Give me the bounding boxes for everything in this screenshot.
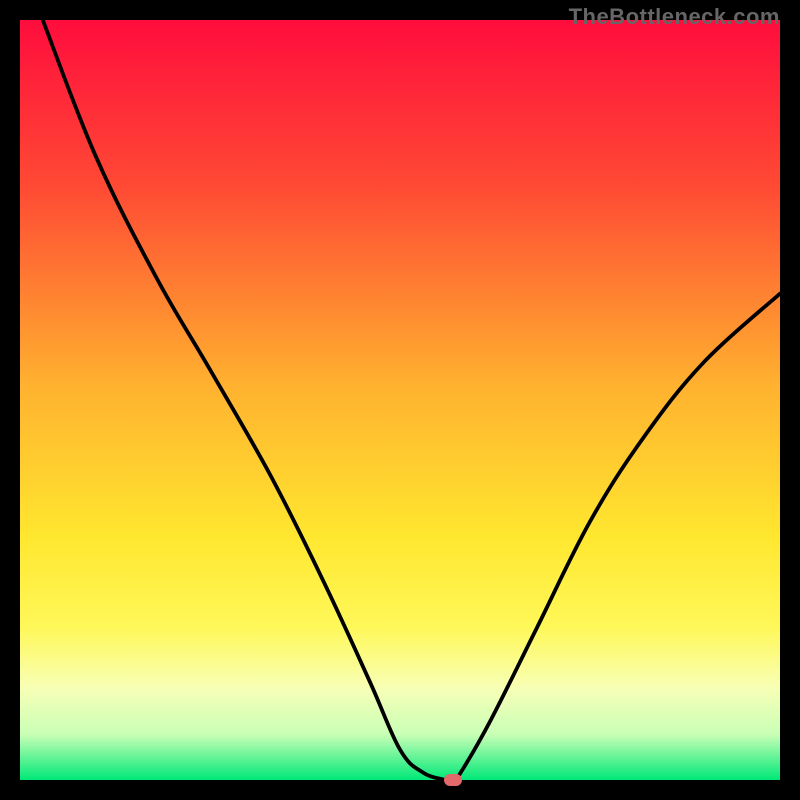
plot-area <box>20 20 780 780</box>
chart-frame: TheBottleneck.com <box>0 0 800 800</box>
chart-svg <box>20 20 780 780</box>
optimum-marker <box>444 774 462 786</box>
watermark-text: TheBottleneck.com <box>569 4 780 30</box>
gradient-rect <box>20 20 780 780</box>
